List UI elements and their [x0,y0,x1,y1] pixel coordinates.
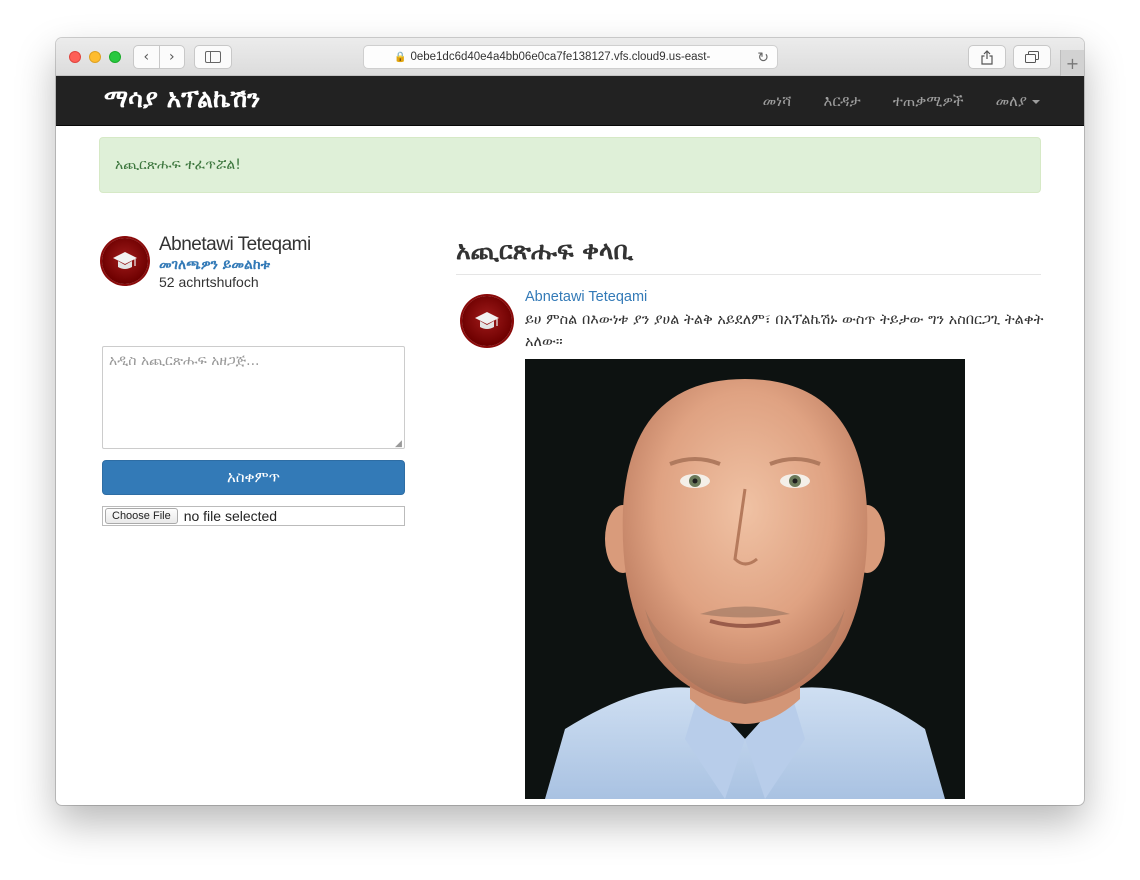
nav-account-dropdown[interactable]: መለያ [996,92,1040,110]
portrait-photo [525,359,965,799]
history-navigation: ‹ › [133,45,185,69]
share-icon[interactable] [968,45,1006,69]
post-image [525,359,965,799]
graduation-cap-icon [475,312,499,329]
minimize-window-icon[interactable] [89,51,101,63]
choose-file-button[interactable]: Choose File [105,508,178,524]
address-bar[interactable]: 🔒 0ebe1dc6d40e4a4bb06e0ca7fe138127.vfs.c… [363,45,778,69]
feed-title: አጪርጽሑፍ ቀላቢ [456,236,634,265]
top-navbar: ማሳያ አፕልኬሽን መነሻ እርዳታ ተጠቃሚዎች መለያ [56,76,1084,126]
forward-arrow-icon[interactable]: › [160,46,185,68]
post-button[interactable]: አስቀምጥ [102,460,405,495]
nav-home[interactable]: መነሻ [763,92,792,110]
post-body: ይሀ ምስል በእውነቱ ያን ያሀል ትልቅ አይደለም፣ በአፕልኬሽኑ ው… [525,312,1044,350]
profile-avatar[interactable] [102,238,148,284]
tab-overview-icon[interactable] [1013,45,1051,69]
resize-grip-icon[interactable]: ◢ [395,439,402,449]
nav-account-label: መለያ [995,92,1027,110]
new-tab-icon[interactable]: + [1060,50,1084,76]
new-post-textarea[interactable] [102,346,405,449]
view-profile-link[interactable]: መገለጫዎን ይመልከቱ [159,257,270,273]
nav-links: መነሻ እርዳታ ተጠቃሚዎች መለያ [731,76,1040,126]
profile-name: Abnetawi Teteqami [159,234,311,255]
browser-toolbar: ‹ › 🔒 0ebe1dc6d40e4a4bb06e0ca7fe138127.v… [56,38,1084,76]
post-count: 52 achrtshufoch [159,274,259,290]
reload-icon[interactable]: ↻ [757,49,769,66]
success-alert: አጪርጽሑፍ ተፈጥሯል! [99,137,1041,193]
caret-down-icon [1032,99,1040,104]
feed-divider [456,274,1041,275]
post-author-link[interactable]: Abnetawi Teteqami [525,289,647,305]
nav-users[interactable]: ተጠቃሚዎች [893,92,964,110]
zoom-window-icon[interactable] [109,51,121,63]
lock-icon: 🔒 [394,51,407,63]
file-status: no file selected [183,508,278,524]
graduation-cap-icon [113,252,137,269]
sidebar-toggle-icon[interactable] [194,45,232,69]
back-arrow-icon[interactable]: ‹ [134,46,160,68]
image-file-input[interactable]: Choose File no file selected [102,506,405,526]
nav-help[interactable]: እርዳታ [823,92,860,110]
close-window-icon[interactable] [69,51,81,63]
browser-window: ‹ › 🔒 0ebe1dc6d40e4a4bb06e0ca7fe138127.v… [56,38,1084,805]
url-text: 0ebe1dc6d40e4a4bb06e0ca7fe138127.vfs.clo… [410,51,711,63]
brand-logo[interactable]: ማሳያ አፕልኬሽን [104,84,260,114]
post-author-avatar[interactable] [462,296,512,346]
